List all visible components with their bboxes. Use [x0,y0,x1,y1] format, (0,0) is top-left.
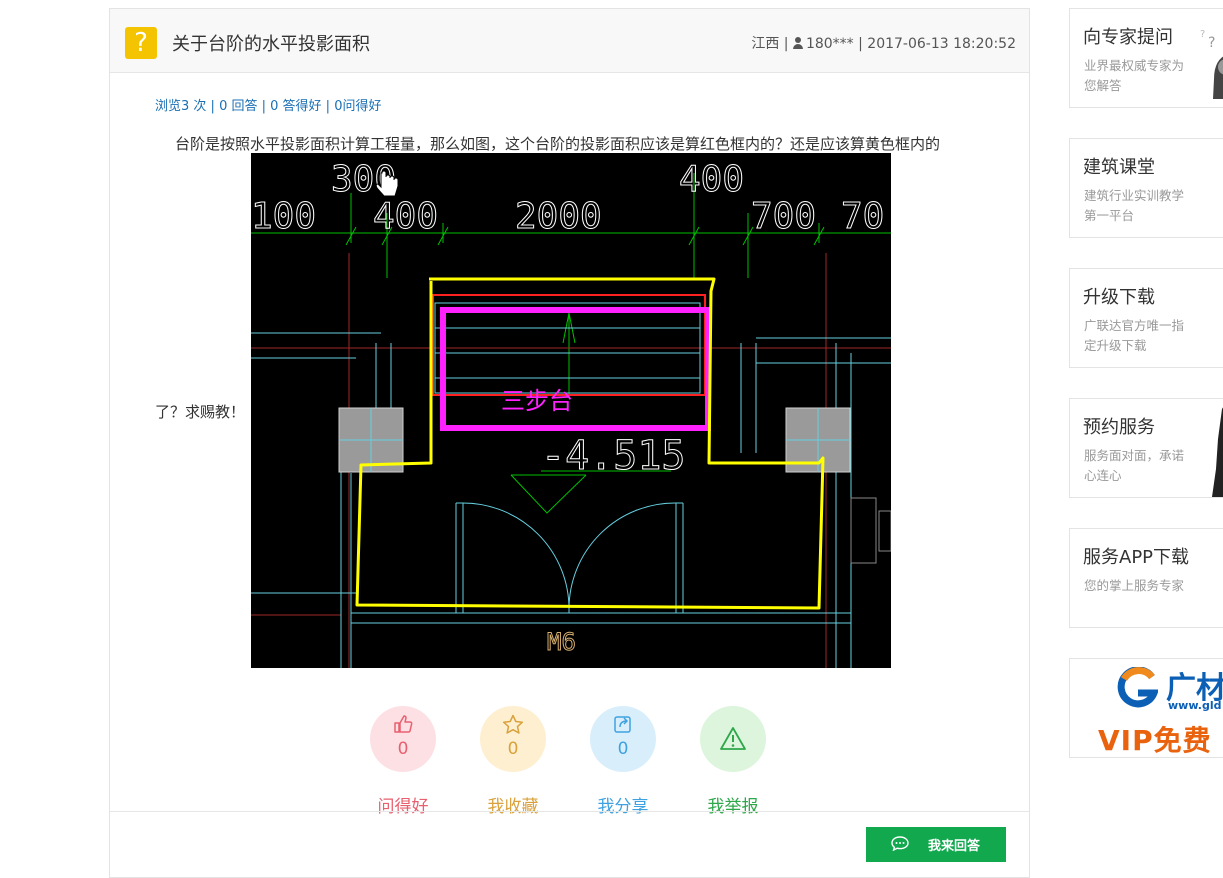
service-figure-icon [1212,407,1223,497]
sidebar-item-desc: 服务面对面，承诺心连心 [1084,448,1185,483]
thumbs-up-icon [370,714,436,738]
dim-700: 700 [751,196,816,237]
dim-100: 100 [251,196,316,237]
report-label[interactable]: 我举报 [698,792,768,817]
like-count: 0 [397,739,409,759]
report-action[interactable]: 我举报 [698,706,768,817]
good-answers-count: 0 答得好 [270,99,322,114]
cad-drawing-image: 300 400 100 400 2000 700 70 三步台 -4.515 M… [251,153,891,668]
steps-label: 三步台 [501,387,573,415]
share-action[interactable]: 0 我分享 [588,706,658,817]
brand-logo-icon [1117,667,1158,708]
dim-400: 400 [373,196,438,237]
like-action[interactable]: 0 问得好 [368,706,438,817]
question-body-line2: 了？求赐教！ [155,403,246,421]
share-button[interactable]: 0 [590,706,656,772]
ad-slogan: VIP免费 [1098,724,1212,757]
user-icon [792,37,803,49]
question-region: 江西 | [751,36,789,52]
sidebar-item-desc: 您的掌上服务专家 [1084,578,1185,593]
sidebar-item-app[interactable]: 服务APP下载 您的掌上服务专家 [1069,528,1223,628]
dim-70: 70 [841,196,884,237]
sidebar-item-title: 向专家提问 [1083,27,1173,48]
sidebar-item-title: 升级下载 [1083,287,1155,308]
sidebar-item-course[interactable]: 建筑课堂 建筑行业实训教学第一平台 [1069,138,1223,238]
question-card: ? 关于台阶的水平投影面积 江西 | 180*** | 2017-06-13 1… [109,8,1030,878]
sidebar-item-title: 预约服务 [1083,417,1155,438]
sidebar-item-desc: 业界最权威专家为您解答 [1084,58,1185,93]
like-button[interactable]: 0 [370,706,436,772]
question-header: ? 关于台阶的水平投影面积 江西 | 180*** | 2017-06-13 1… [110,9,1029,73]
sidebar-item-desc: 广联达官方唯一指定升级下载 [1084,318,1185,353]
good-questions-count: 0问得好 [334,99,382,114]
divider [110,811,1029,812]
share-label[interactable]: 我分享 [588,792,658,817]
expert-figure-icon: ? ? [1200,29,1223,99]
favorite-count: 0 [507,739,519,759]
sidebar-item-ask-expert[interactable]: 向专家提问 业界最权威专家为您解答 ? ? [1069,8,1223,108]
question-title: 关于台阶的水平投影面积 [172,34,370,55]
question-datetime: | 2017-06-13 18:20:52 [858,36,1016,52]
door-label: M6 [547,628,576,656]
report-button[interactable] [700,706,766,772]
elevation-label: -4.515 [541,433,686,479]
favorite-button[interactable]: 0 [480,706,546,772]
views-count: 浏览3 次 [155,99,207,114]
dim-2000: 2000 [515,196,602,237]
sidebar-item-desc: 建筑行业实训教学第一平台 [1084,188,1185,223]
answer-button[interactable]: 我来回答 [866,827,1006,862]
sidebar-item-title: 服务APP下载 [1083,547,1190,568]
question-stats: 浏览3 次 | 0 回答 | 0 答得好 | 0问得好 [155,99,382,114]
favorite-label[interactable]: 我收藏 [478,792,548,817]
dim-top-400: 400 [679,159,744,200]
sidebar-item-booking[interactable]: 预约服务 服务面对面，承诺心连心 [1069,398,1223,498]
svg-text:?: ? [1200,29,1205,40]
sidebar-item-title: 建筑课堂 [1083,157,1155,178]
chat-bubble-icon [891,836,909,851]
answer-button-label: 我来回答 [928,839,981,854]
cad-drawing-svg: 300 400 100 400 2000 700 70 三步台 -4.515 M… [251,159,891,668]
question-mark-icon: ? [125,27,157,59]
favorite-action[interactable]: 0 我收藏 [478,706,548,817]
question-meta: 江西 | 180*** | 2017-06-13 18:20:52 [751,33,1016,53]
warning-icon [700,726,766,756]
share-count: 0 [617,739,629,759]
like-label[interactable]: 问得好 [368,792,438,817]
sidebar-item-download[interactable]: 升级下载 广联达官方唯一指定升级下载 [1069,268,1223,368]
ad-url: www.gld [1168,699,1222,712]
star-icon [480,714,546,740]
svg-text:?: ? [1208,35,1215,51]
question-body-line1: 台阶是按照水平投影面积计算工程量，那么如图，这个台阶的投影面积应该是算红色框内的… [175,135,941,153]
share-icon [590,714,656,738]
ad-banner[interactable]: 广材 www.gld VIP免费 [1069,658,1223,758]
answers-count: 0 回答 [219,99,258,114]
question-user[interactable]: 180*** [806,36,854,52]
